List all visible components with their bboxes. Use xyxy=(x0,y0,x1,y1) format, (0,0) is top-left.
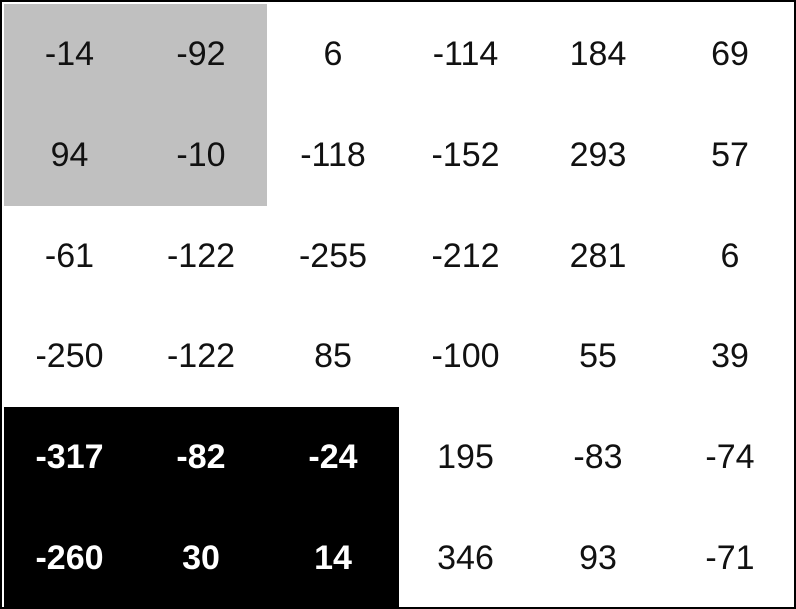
matrix-cell: -317 xyxy=(4,407,135,509)
matrix-cell: 6 xyxy=(720,236,740,275)
matrix-cell: -92 xyxy=(135,4,267,105)
matrix-cell: 30 xyxy=(135,508,267,609)
matrix-cell: 85 xyxy=(314,337,352,376)
matrix-cell: -260 xyxy=(4,508,135,609)
matrix-cell: 14 xyxy=(267,508,399,609)
matrix-cell: 69 xyxy=(711,34,749,73)
matrix-cell: -10 xyxy=(135,104,267,206)
matrix-cell: 55 xyxy=(579,337,617,376)
matrix-cell: -118 xyxy=(300,135,366,174)
matrix-cell: 346 xyxy=(437,539,494,578)
matrix-cell: -255 xyxy=(298,236,368,275)
matrix-cell: -100 xyxy=(431,337,500,376)
matrix-cell: 195 xyxy=(437,438,494,477)
matrix-cell: -14 xyxy=(4,4,135,105)
matrix-cell: 94 xyxy=(4,104,135,206)
value-matrix: -14 -92 6 -114 184 69 94 -10 -118 -152 2… xyxy=(4,4,796,609)
matrix-cell: -82 xyxy=(135,407,267,509)
matrix-cell: -122 xyxy=(166,236,236,275)
matrix-cell: -61 xyxy=(44,236,95,275)
matrix-cell: -152 xyxy=(431,135,500,174)
matrix-cell: 293 xyxy=(569,135,627,174)
matrix-cell: 57 xyxy=(711,135,749,174)
matrix-cell: -24 xyxy=(267,407,399,509)
matrix-cell: -114 xyxy=(432,34,499,73)
matrix-cell: -71 xyxy=(705,539,755,578)
matrix-cell: 93 xyxy=(579,539,617,578)
matrix-cell: -122 xyxy=(166,337,236,376)
matrix-cell: -212 xyxy=(431,236,500,275)
matrix-cell: 281 xyxy=(569,236,627,275)
matrix-cell: -83 xyxy=(573,438,623,477)
matrix-cell: 184 xyxy=(569,34,627,73)
matrix-cell: 39 xyxy=(711,337,749,376)
matrix-cell: -250 xyxy=(35,337,104,376)
matrix-frame: -14 -92 6 -114 184 69 94 -10 -118 -152 2… xyxy=(0,0,796,609)
matrix-cell: 6 xyxy=(323,34,343,73)
matrix-cell: -74 xyxy=(705,438,755,477)
